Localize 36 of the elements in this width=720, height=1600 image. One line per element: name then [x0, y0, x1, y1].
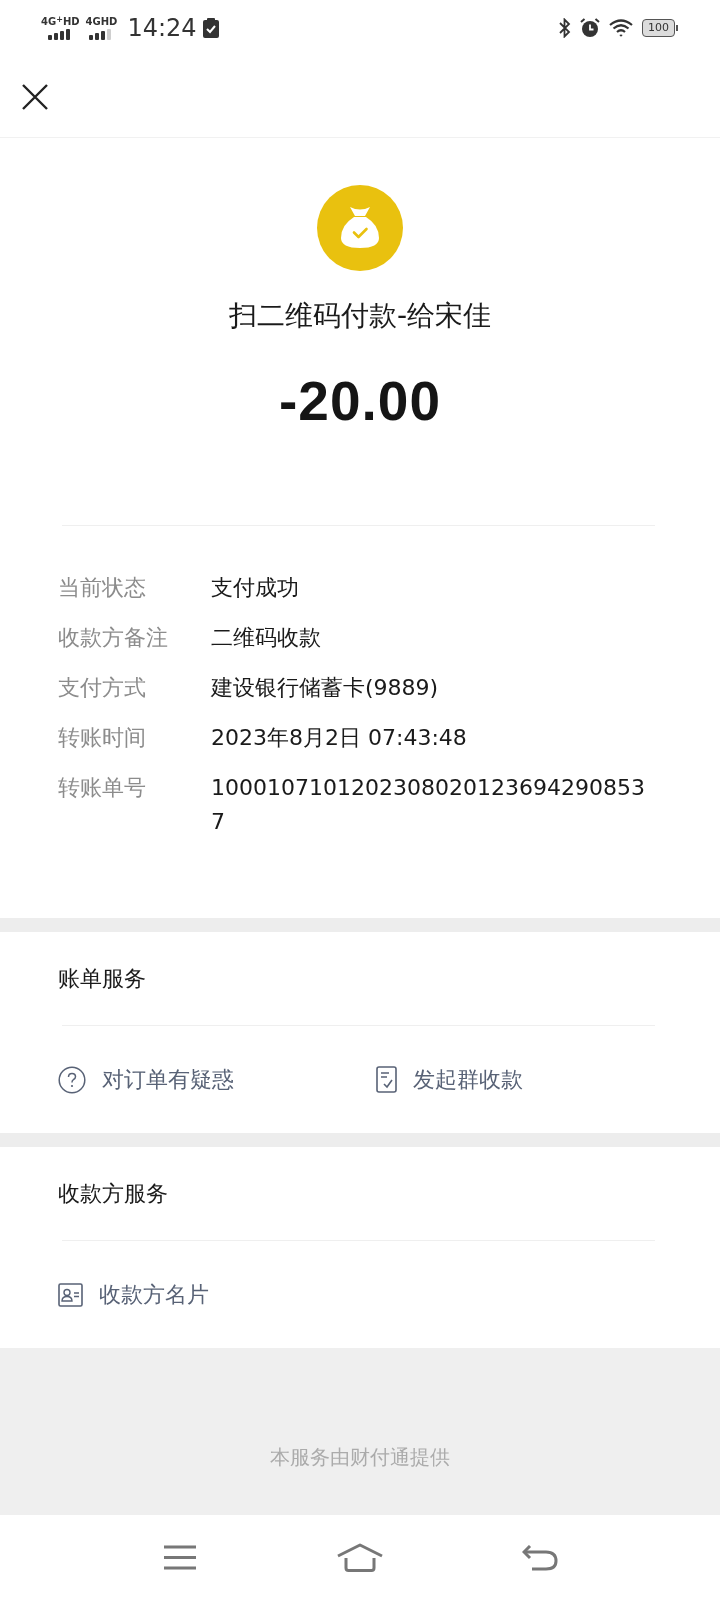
clipboard-check-icon: [202, 18, 219, 38]
alarm-clock-icon: [580, 18, 600, 38]
provider-note: 本服务由财付通提供: [270, 1444, 450, 1471]
home-icon[interactable]: [337, 1543, 383, 1572]
service-link[interactable]: 收款方名片: [58, 1279, 209, 1310]
payment-title: 扫二维码付款-给宋佳: [228, 298, 492, 334]
money-bag-check-icon: [317, 185, 403, 271]
signal-icon: [48, 29, 73, 40]
help-circle-icon: [58, 1065, 86, 1094]
detail-label: 转账单号: [58, 774, 146, 802]
network-label: 4GHD: [85, 16, 118, 28]
menu-icon[interactable]: [164, 1545, 196, 1570]
payment-amount: -20.00: [279, 369, 441, 433]
detail-label: 转账时间: [58, 724, 146, 752]
section-title: 账单服务: [58, 964, 146, 993]
section-title: 收款方服务: [58, 1179, 168, 1208]
detail-value: 2023年8月2日 07:43:48: [211, 724, 467, 752]
bluetooth-icon: [559, 18, 571, 38]
status-time: 14:24: [127, 14, 197, 42]
detail-label: 支付方式: [58, 674, 146, 702]
detail-value: 二维码收款: [211, 624, 321, 652]
document-check-icon: [376, 1066, 397, 1093]
detail-label: 收款方备注: [58, 624, 168, 652]
detail-label: 当前状态: [58, 574, 146, 602]
detail-value: 10001071012023080201236942908537: [211, 774, 646, 836]
back-icon[interactable]: [522, 1544, 558, 1571]
wifi-icon: [609, 19, 633, 37]
contact-card-icon: [58, 1282, 83, 1307]
service-link[interactable]: 发起群收款: [376, 1064, 523, 1095]
network-label: 4G$^{+}$HD: [41, 16, 80, 28]
detail-value: 支付成功: [211, 574, 299, 602]
detail-value: 建设银行储蓄卡(9889): [211, 674, 439, 702]
close-button[interactable]: [22, 83, 48, 110]
signal-icon: [89, 29, 114, 40]
service-link[interactable]: 对订单有疑惑: [58, 1064, 234, 1095]
battery-indicator: 100: [642, 19, 678, 37]
